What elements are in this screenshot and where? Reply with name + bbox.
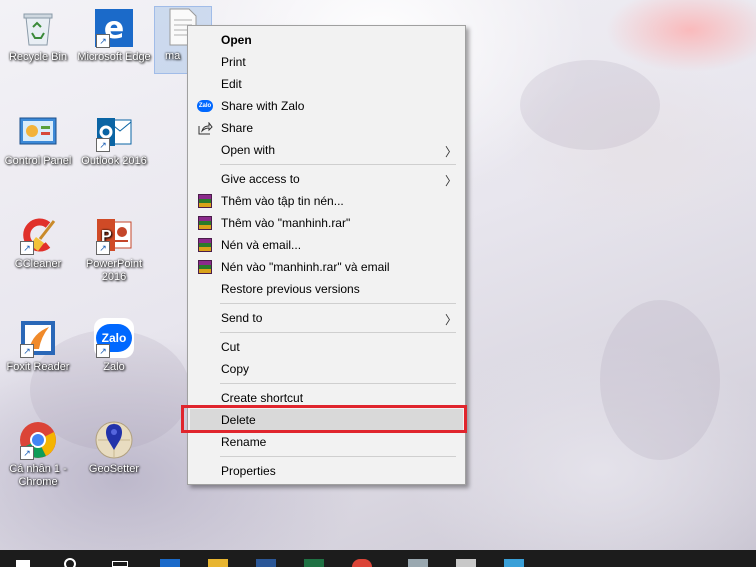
menu-item-print[interactable]: Print — [190, 51, 463, 73]
desktop-icon-edge[interactable]: e ↗ Microsoft Edge — [76, 8, 152, 64]
menu-item-edit[interactable]: Edit — [190, 73, 463, 95]
winrar-icon — [197, 237, 213, 253]
desktop-icon-zalo[interactable]: Zalo ↗ Zalo — [76, 318, 152, 374]
menu-item-open[interactable]: Open — [190, 29, 463, 51]
chevron-right-icon: 〉 — [444, 174, 457, 188]
desktop-icon-control-panel[interactable]: Control Panel — [0, 112, 76, 168]
shortcut-arrow-icon: ↗ — [96, 138, 110, 152]
desktop-icon-label: Outlook 2016 — [81, 155, 147, 167]
menu-item-rename[interactable]: Rename — [190, 431, 463, 453]
edge-icon: e ↗ — [94, 8, 134, 48]
desktop-icon-powerpoint[interactable]: P ↗ PowerPoint 2016 — [76, 215, 152, 284]
menu-item-cut[interactable]: Cut — [190, 336, 463, 358]
menu-item-rar-add-named[interactable]: Thêm vào "manhinh.rar" — [190, 212, 463, 234]
powerpoint-icon: P ↗ — [94, 215, 134, 255]
desktop-icon-foxit[interactable]: ↗ Foxit Reader — [0, 318, 76, 374]
chevron-right-icon: 〉 — [444, 145, 457, 159]
shortcut-arrow-icon: ↗ — [96, 344, 110, 358]
shortcut-arrow-icon: ↗ — [20, 241, 34, 255]
shortcut-arrow-icon: ↗ — [20, 446, 34, 460]
shortcut-arrow-icon: ↗ — [96, 34, 110, 48]
control-panel-icon — [18, 112, 58, 152]
menu-item-share-with-zalo[interactable]: Zalo Share with Zalo — [190, 95, 463, 117]
file-explorer-taskbar-icon[interactable] — [208, 559, 228, 567]
zalo-icon: Zalo ↗ — [94, 318, 134, 358]
outlook-icon: ↗ — [94, 112, 134, 152]
recycle-bin-icon — [18, 8, 58, 48]
menu-item-open-with[interactable]: Open with 〉 — [190, 139, 463, 161]
desktop-icon-label: GeoSetter — [88, 463, 140, 475]
foxit-icon: ↗ — [18, 318, 58, 358]
app-taskbar-icon[interactable] — [408, 559, 428, 567]
search-icon[interactable] — [64, 558, 76, 570]
winrar-icon — [197, 215, 213, 231]
app-taskbar-icon[interactable] — [456, 559, 476, 567]
word-taskbar-icon[interactable] — [256, 559, 276, 567]
delete-highlight-box — [181, 405, 467, 433]
desktop-icon-recycle-bin[interactable]: Recycle Bin — [0, 8, 76, 64]
menu-item-rar-add-archive[interactable]: Thêm vào tập tin nén... — [190, 190, 463, 212]
desktop-icon-label: Zalo — [103, 361, 125, 373]
desktop-icon-label: CCleaner — [14, 258, 62, 270]
desktop-icon-ccleaner[interactable]: ↗ CCleaner — [0, 215, 76, 271]
chrome-icon: ↗ — [18, 420, 58, 460]
menu-item-rar-compress-email[interactable]: Nén và email... — [190, 234, 463, 256]
desktop-icon-outlook[interactable]: ↗ Outlook 2016 — [76, 112, 152, 168]
chrome-taskbar-icon[interactable] — [352, 559, 372, 567]
geosetter-icon — [94, 420, 134, 460]
app-taskbar-icon[interactable] — [504, 559, 524, 567]
desktop-icon-label: Cá nhân 1 - Chrome — [9, 463, 67, 488]
desktop-icon-label: Control Panel — [4, 155, 72, 167]
zalo-icon: Zalo — [197, 98, 213, 114]
desktop-icon-geosetter[interactable]: GeoSetter — [76, 420, 152, 476]
menu-item-share[interactable]: Share — [190, 117, 463, 139]
start-button-icon[interactable] — [16, 560, 30, 567]
ccleaner-icon: ↗ — [18, 215, 58, 255]
desktop-icon-label: Microsoft Edge — [77, 51, 151, 63]
menu-item-give-access[interactable]: Give access to 〉 — [190, 168, 463, 190]
winrar-icon — [197, 193, 213, 209]
menu-separator — [220, 456, 456, 457]
desktop-icon-chrome[interactable]: ↗ Cá nhân 1 - Chrome — [0, 420, 76, 489]
menu-item-restore-previous-versions[interactable]: Restore previous versions — [190, 278, 463, 300]
menu-separator — [220, 303, 456, 304]
taskbar — [0, 550, 756, 570]
winrar-icon — [197, 259, 213, 275]
chevron-right-icon: 〉 — [444, 313, 457, 327]
share-icon — [197, 120, 213, 136]
excel-taskbar-icon[interactable] — [304, 559, 324, 567]
menu-separator — [220, 164, 456, 165]
menu-separator — [220, 383, 456, 384]
desktop-icon-label: PowerPoint 2016 — [85, 258, 143, 283]
desktop-icon-label: Recycle Bin — [8, 51, 68, 63]
menu-item-copy[interactable]: Copy — [190, 358, 463, 380]
menu-item-properties[interactable]: Properties — [190, 460, 463, 482]
edge-taskbar-icon[interactable] — [160, 559, 180, 567]
menu-separator — [220, 332, 456, 333]
shortcut-arrow-icon: ↗ — [20, 344, 34, 358]
desktop-icon-label: Foxit Reader — [6, 361, 70, 373]
menu-item-send-to[interactable]: Send to 〉 — [190, 307, 463, 329]
shortcut-arrow-icon: ↗ — [96, 241, 110, 255]
menu-item-rar-compress-named-email[interactable]: Nén vào "manhinh.rar" và email — [190, 256, 463, 278]
task-view-icon[interactable] — [112, 561, 128, 567]
